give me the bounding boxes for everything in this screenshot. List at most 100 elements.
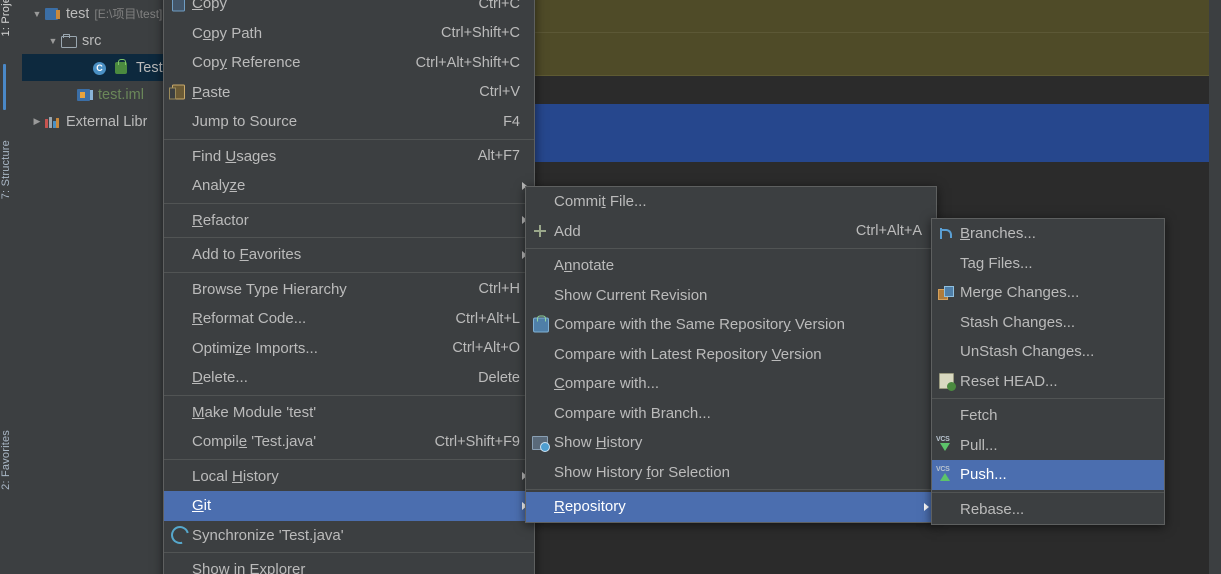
menu-item-annotate[interactable]: Annotate	[526, 251, 936, 281]
menu-item-paste[interactable]: Paste Ctrl+V	[164, 78, 534, 108]
menu-item-analyze[interactable]: Analyze	[164, 171, 534, 201]
menu-item-label: Paste	[192, 83, 231, 101]
menu-item-copy-path[interactable]: Copy Path Ctrl+Shift+C	[164, 19, 534, 49]
menu-item-synchronize[interactable]: Synchronize 'Test.java'	[164, 521, 534, 551]
tree-node-src[interactable]: ▼ src	[22, 27, 167, 54]
menu-item-compare-latest-repository-version[interactable]: Compare with Latest Repository Version	[526, 340, 936, 370]
chevron-down-icon[interactable]: ▼	[30, 9, 44, 19]
tree-node-test[interactable]: ▼ test [E:\项目\test]	[22, 0, 167, 27]
menu-item-label: Pull...	[960, 436, 998, 454]
menu-item-label: Annotate	[554, 257, 615, 275]
history-icon	[526, 428, 554, 458]
chevron-right-icon[interactable]: ▶	[30, 116, 44, 127]
menu-item-label: Stash Changes...	[960, 313, 1076, 331]
file-context-menu[interactable]: Copy Ctrl+C Copy Path Ctrl+Shift+C Copy Refe…	[163, 0, 535, 574]
chevron-down-icon[interactable]: ▼	[46, 36, 60, 46]
menu-item-add[interactable]: Add Ctrl+Alt+A	[526, 217, 936, 247]
menu-item-gutter	[164, 555, 192, 574]
tool-tab-structure[interactable]: 7: Structure	[0, 140, 22, 199]
menu-item-label: Show in Explorer	[192, 561, 306, 574]
menu-item-label: Tag Files...	[960, 254, 1033, 272]
menu-item-label: Local History	[192, 467, 279, 485]
menu-item-local-history[interactable]: Local History	[164, 462, 534, 492]
menu-item-git[interactable]: Git	[164, 491, 534, 521]
menu-item-branches[interactable]: Branches...	[932, 219, 1164, 249]
menu-item-add-to-favorites[interactable]: Add to Favorites	[164, 240, 534, 270]
project-tree[interactable]: ▼ test [E:\项目\test] ▼ src C Test test.iml ▶ Exter…	[22, 0, 167, 574]
repository-submenu[interactable]: Branches... Tag Files... Merge Changes... S…	[931, 218, 1165, 525]
menu-item-copy-reference[interactable]: Copy Reference Ctrl+Alt+Shift+C	[164, 48, 534, 78]
menu-item-jump-to-source[interactable]: Jump to Source F4	[164, 107, 534, 137]
tree-node-label: External Libr	[66, 113, 148, 130]
menu-item-label: Show Current Revision	[554, 286, 708, 304]
menu-item-label: Find Usages	[192, 147, 277, 165]
menu-separator	[932, 491, 1164, 493]
menu-item-show-in-explorer[interactable]: Show in Explorer	[164, 555, 534, 574]
menu-item-shortcut: Ctrl+V	[479, 84, 520, 101]
menu-item-copy[interactable]: Copy Ctrl+C	[164, 0, 534, 19]
branch-icon	[932, 219, 960, 249]
menu-item-compare-with[interactable]: Compare with...	[526, 369, 936, 399]
reset-icon	[932, 367, 960, 397]
tool-tab-active-indicator	[3, 64, 6, 110]
menu-item-label: Synchronize 'Test.java'	[192, 526, 344, 544]
menu-item-show-history[interactable]: Show History	[526, 428, 936, 458]
menu-item-compare-same-repository-version[interactable]: Compare with the Same Repository Version	[526, 310, 936, 340]
menu-item-stash-changes[interactable]: Stash Changes...	[932, 308, 1164, 338]
menu-item-compile[interactable]: Compile 'Test.java' Ctrl+Shift+F9	[164, 427, 534, 457]
tool-tab-favorites[interactable]: 2: Favorites	[0, 430, 22, 490]
tree-node-test-java[interactable]: C Test	[22, 54, 167, 81]
menu-item-optimize-imports[interactable]: Optimize Imports... Ctrl+Alt+O	[164, 334, 534, 364]
menu-item-label: Refactor	[192, 211, 249, 229]
menu-item-shortcut: F4	[503, 113, 520, 130]
submenu-arrow-icon	[924, 502, 929, 511]
menu-item-pull[interactable]: VCS Pull...	[932, 431, 1164, 461]
paste-icon	[164, 78, 192, 108]
menu-item-tag-files[interactable]: Tag Files...	[932, 249, 1164, 279]
menu-item-make-module[interactable]: Make Module 'test'	[164, 398, 534, 428]
git-submenu[interactable]: Commit File... Add Ctrl+Alt+A Annotate Show …	[525, 186, 937, 523]
menu-item-label: Fetch	[960, 407, 998, 425]
menu-item-gutter	[164, 304, 192, 334]
menu-item-delete[interactable]: Delete... Delete	[164, 363, 534, 393]
merge-icon	[932, 278, 960, 308]
tool-tab-project[interactable]: 1: Project	[0, 0, 22, 36]
menu-separator	[932, 398, 1164, 399]
menu-item-fetch[interactable]: Fetch	[932, 401, 1164, 431]
menu-item-browse-type-hierarchy[interactable]: Browse Type Hierarchy Ctrl+H	[164, 275, 534, 305]
menu-item-gutter	[932, 337, 960, 367]
sync-icon	[164, 521, 193, 551]
tool-window-strip: 1: Project 7: Structure 2: Favorites	[0, 0, 23, 574]
menu-item-reformat-code[interactable]: Reformat Code... Ctrl+Alt+L	[164, 304, 534, 334]
menu-item-label: Merge Changes...	[960, 284, 1080, 302]
menu-item-gutter	[164, 171, 192, 201]
menu-item-commit-file[interactable]: Commit File...	[526, 187, 936, 217]
menu-item-label: Compare with the Same Repository Version	[554, 316, 845, 334]
menu-item-label: Compare with Branch...	[554, 404, 711, 422]
menu-item-compare-with-branch[interactable]: Compare with Branch...	[526, 399, 936, 429]
menu-item-gutter	[164, 427, 192, 457]
menu-item-label: Git	[192, 497, 212, 515]
menu-item-repository[interactable]: Repository	[526, 492, 936, 522]
menu-item-gutter	[526, 458, 554, 488]
add-icon	[526, 217, 554, 247]
menu-item-gutter	[526, 187, 554, 217]
menu-item-show-current-revision[interactable]: Show Current Revision	[526, 281, 936, 311]
menu-item-label: Reformat Code...	[192, 310, 307, 328]
menu-item-find-usages[interactable]: Find Usages Alt+F7	[164, 142, 534, 172]
menu-item-unstash-changes[interactable]: UnStash Changes...	[932, 337, 1164, 367]
menu-item-gutter	[526, 340, 554, 370]
menu-item-shortcut: Ctrl+Alt+A	[855, 223, 922, 240]
menu-item-merge-changes[interactable]: Merge Changes...	[932, 278, 1164, 308]
tree-node-external-libraries[interactable]: ▶ External Libr	[22, 108, 167, 135]
menu-item-gutter	[164, 107, 192, 137]
menu-item-refactor[interactable]: Refactor	[164, 206, 534, 236]
menu-item-push[interactable]: VCS Push...	[932, 460, 1164, 490]
menu-item-reset-head[interactable]: Reset HEAD...	[932, 367, 1164, 397]
menu-item-gutter	[164, 275, 192, 305]
menu-item-show-history-for-selection[interactable]: Show History for Selection	[526, 458, 936, 488]
editor-scrollbar-strip[interactable]	[1209, 0, 1221, 574]
menu-item-rebase[interactable]: Rebase...	[932, 495, 1164, 525]
tree-node-test-iml[interactable]: test.iml	[22, 81, 167, 108]
menu-item-gutter	[164, 142, 192, 172]
